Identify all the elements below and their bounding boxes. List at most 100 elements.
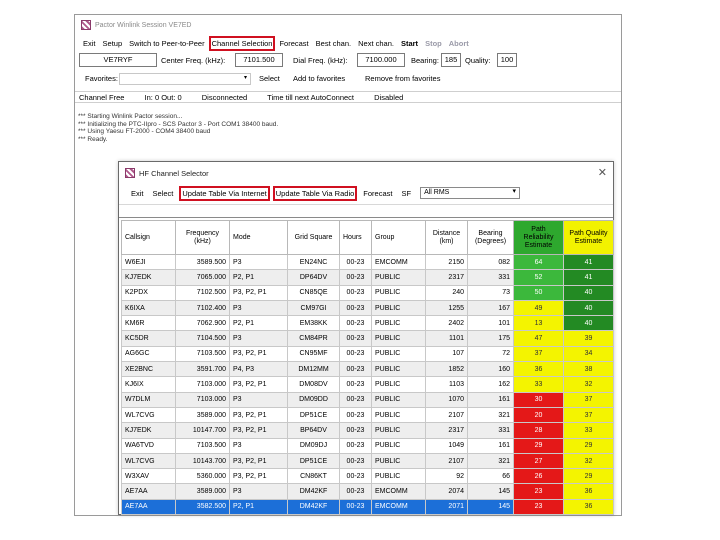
callsign-field[interactable]: VE7RYF (79, 53, 157, 67)
bearing-field[interactable]: 185 (441, 53, 461, 67)
cell-bearing: 082 (467, 253, 514, 271)
table-row[interactable]: AE7AA 3582.500 P2, P1 DM42KF 00-23 EMCOMM 2071… (121, 498, 614, 516)
cell-frequency: 3582.500 (175, 498, 230, 516)
center-freq-field[interactable]: 7101.500 (235, 53, 283, 67)
table-row[interactable]: KJ7EDK 7065.000 P2, P1 DP64DV 00-23 PUBLIC 231… (121, 269, 614, 286)
table-row[interactable]: WL7CVG 10143.700 P3, P2, P1 DP51CE 00-23 PUBL… (121, 452, 614, 470)
col-header-grid[interactable]: Grid Square (287, 220, 340, 255)
table-row[interactable]: KM6R 7062.900 P2, P1 EM38KK 00-23 PUBLIC 2402 1… (121, 315, 614, 332)
cell-bearing: 331 (467, 422, 514, 439)
dialog-menu-forecast[interactable]: Forecast (363, 189, 392, 198)
cell-quality: 41 (563, 253, 614, 271)
hf-channel-selector-dialog: HF Channel Selector ✕ Exit Select Update… (118, 161, 614, 516)
menu-next-channel[interactable]: Next chan. (358, 39, 394, 48)
cell-frequency: 7065.000 (175, 269, 230, 286)
cell-reliability: 13 (513, 315, 564, 332)
cell-distance: 2317 (425, 269, 468, 286)
cell-mode: P2, P1 (229, 498, 288, 516)
quality-field[interactable]: 100 (497, 53, 517, 67)
cell-mode: P3, P2, P1 (229, 452, 288, 470)
app-icon (81, 20, 91, 30)
dialog-menu-select[interactable]: Select (153, 189, 174, 198)
cell-callsign: KJ7EDK (121, 269, 176, 286)
cell-reliability: 23 (513, 483, 564, 500)
col-header-distance[interactable]: Distance (km) (425, 220, 468, 255)
update-via-radio-button[interactable]: Update Table Via Radio (272, 185, 358, 201)
cell-bearing: 162 (467, 376, 514, 393)
cell-frequency: 5360.000 (175, 468, 230, 485)
table-row[interactable]: K6IXA 7102.400 P3 CM97GI 00-23 PUBLIC 1255 167 4… (121, 299, 614, 317)
cell-group: PUBLIC (371, 299, 426, 317)
menu-abort[interactable]: Abort (449, 39, 469, 48)
rms-filter-dropdown[interactable]: All RMS ▾ (420, 187, 521, 199)
cell-frequency: 3589.500 (175, 253, 230, 271)
table-row[interactable]: XE2BNC 3591.700 P4, P3 DM12MM 00-23 PUBLIC 185… (121, 361, 614, 378)
session-log: *** Starting Winlink Pactor session... *… (78, 113, 278, 143)
cell-group: PUBLIC (371, 452, 426, 470)
cell-hours: 00-23 (339, 391, 372, 408)
frequency-row: VE7RYF Center Freq. (kHz): 7101.500 Dial… (75, 53, 621, 69)
close-icon[interactable]: ✕ (598, 166, 607, 179)
cell-distance: 2107 (425, 406, 468, 424)
cell-group: PUBLIC (371, 315, 426, 332)
cell-callsign: WL7CVG (121, 406, 176, 424)
menu-stop[interactable]: Stop (425, 39, 442, 48)
cell-grid-square: DM08DV (287, 376, 340, 393)
cell-grid-square: CM97GI (287, 299, 340, 317)
table-header-row: Callsign Frequency (kHz) Mode Grid Squar… (121, 220, 614, 255)
col-header-hours[interactable]: Hours (339, 220, 372, 255)
table-row[interactable]: WA6TVD 7103.500 P3 DM09DJ 00-23 PUBLIC 1049 161… (121, 437, 614, 454)
remove-from-favorites[interactable]: Remove from favorites (365, 74, 440, 83)
col-header-group[interactable]: Group (371, 220, 426, 255)
cell-callsign: AG6GC (121, 345, 176, 363)
col-header-quality[interactable]: Path Quality Estimate (563, 220, 614, 255)
table-row[interactable]: W3XAV 5360.000 P3, P2, P1 CN86KT 00-23 PUBLIC… (121, 468, 614, 485)
col-header-reliability[interactable]: Path Reliability Estimate (513, 220, 564, 255)
table-row[interactable]: W7DLM 7103.000 P3 DM09DD 00-23 PUBLIC 1070 161 3… (121, 391, 614, 408)
col-header-mode[interactable]: Mode (229, 220, 288, 255)
cell-quality: 32 (563, 452, 614, 470)
status-channel-free: Channel Free (79, 93, 125, 102)
cell-distance: 1255 (425, 299, 468, 317)
table-row[interactable]: KJ7EDK 10147.700 P3, P2, P1 BP64DV 00-23 PUBL… (121, 422, 614, 439)
col-header-frequency[interactable]: Frequency (kHz) (175, 220, 230, 255)
cell-callsign: KJ6IX (121, 376, 176, 393)
menu-forecast[interactable]: Forecast (279, 39, 308, 48)
menu-exit[interactable]: Exit (83, 39, 96, 48)
cell-grid-square: CN95MF (287, 345, 340, 363)
col-header-bearing[interactable]: Bearing (Degrees) (467, 220, 514, 255)
table-row[interactable]: AE7AA 3589.000 P3 DM42KF 00-23 EMCOMM 2074 145 2… (121, 483, 614, 500)
table-row[interactable]: KJ6IX 7103.000 P3, P2, P1 DM08DV 00-23 PUBLIC… (121, 376, 614, 393)
menu-best-channel[interactable]: Best chan. (316, 39, 351, 48)
cell-reliability: 52 (513, 269, 564, 286)
cell-bearing: 321 (467, 406, 514, 424)
cell-quality: 29 (563, 468, 614, 485)
table-row[interactable]: AG6GC 7103.500 P3, P2, P1 CN95MF 00-23 PUBLIC… (121, 345, 614, 363)
table-row[interactable]: K2PDX 7102.500 P3, P2, P1 CN85QE 00-23 PUBLIC… (121, 284, 614, 301)
cell-mode: P3 (229, 437, 288, 454)
status-autoconnect-label: Time till next AutoConnect (267, 93, 355, 102)
menu-switch-peer[interactable]: Switch to Peer-to-Peer (129, 39, 204, 48)
favorites-select[interactable]: Select (259, 74, 280, 83)
favorites-dropdown[interactable]: ▾ (119, 73, 251, 85)
cell-distance: 107 (425, 345, 468, 363)
cell-grid-square: DP51CE (287, 406, 340, 424)
cell-hours: 00-23 (339, 437, 372, 454)
menu-start[interactable]: Start (401, 39, 418, 48)
cell-quality: 36 (563, 498, 614, 516)
main-menubar: Exit Setup Switch to Peer-to-Peer Channe… (75, 35, 621, 51)
menu-channel-selection[interactable]: Channel Selection (208, 35, 276, 51)
add-to-favorites[interactable]: Add to favorites (293, 74, 345, 83)
col-header-callsign[interactable]: Callsign (121, 220, 176, 255)
table-row[interactable]: W6EJI 3589.500 P3 EN24NC 00-23 EMCOMM 2150 082 6… (121, 253, 614, 271)
update-via-internet-button[interactable]: Update Table Via Internet (179, 185, 270, 201)
cell-reliability: 23 (513, 498, 564, 516)
dialog-menu-exit[interactable]: Exit (131, 189, 144, 198)
table-row[interactable]: KC5DR 7104.500 P3 CM84PR 00-23 PUBLIC 1101 175 4… (121, 330, 614, 347)
quality-label: Quality: (465, 56, 491, 65)
menu-setup[interactable]: Setup (103, 39, 123, 48)
cell-frequency: 7102.400 (175, 299, 230, 317)
table-row[interactable]: WL7CVG 3589.000 P3, P2, P1 DP51CE 00-23 PUBLI… (121, 406, 614, 424)
cell-reliability: 36 (513, 361, 564, 378)
dial-freq-field[interactable]: 7100.000 (357, 53, 405, 67)
